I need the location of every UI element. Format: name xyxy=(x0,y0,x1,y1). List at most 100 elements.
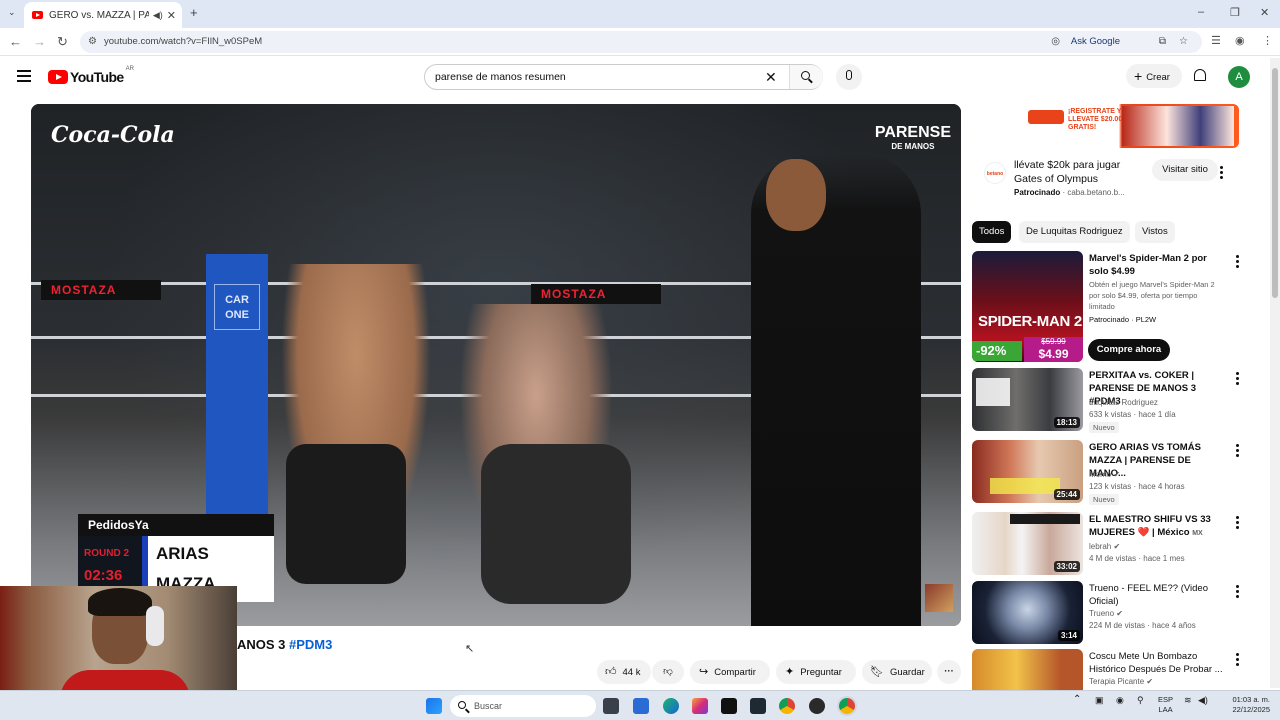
recommendation-item[interactable]: 18:13 PERXITAA vs. COKER | PARENSE DE MA… xyxy=(972,368,1262,434)
channel-name[interactable]: lebrah ✔ xyxy=(1089,542,1120,551)
lens-icon[interactable]: ◎ xyxy=(1051,31,1060,53)
notifications-bell-icon[interactable] xyxy=(1194,69,1206,81)
reading-list-icon[interactable]: ☰ xyxy=(1211,34,1221,47)
tray-app-icon[interactable]: ▣ xyxy=(1095,695,1104,705)
maximize-icon[interactable]: ❐ xyxy=(1230,6,1240,19)
recommendation-title[interactable]: Coscu Mete Un Bombazo Histórico Después … xyxy=(1089,650,1223,676)
thumbnail[interactable] xyxy=(972,649,1083,690)
tray-app-icon[interactable]: ◉ xyxy=(1116,695,1124,705)
recommendation-item[interactable]: 3:14 Trueno - FEEL ME?? (Video Oficial) … xyxy=(972,581,1262,647)
ring-post-sponsor: CAR ONE xyxy=(214,284,260,330)
recommendation-title[interactable]: EL MAESTRO SHIFU VS 33 MUJERES ❤️ | Méxi… xyxy=(1089,513,1223,540)
recommendation-title[interactable]: Trueno - FEEL ME?? (Video Oficial) xyxy=(1089,582,1223,608)
site-info-icon[interactable]: ⚙ xyxy=(88,31,97,53)
video-hashtag[interactable]: #PDM3 xyxy=(289,637,332,652)
recommendation-item[interactable]: 33:02 EL MAESTRO SHIFU VS 33 MUJERES ❤️ … xyxy=(972,512,1262,578)
video-title-text: ANOS 3 xyxy=(237,637,290,652)
thumbnail[interactable]: 18:13 xyxy=(972,368,1083,431)
thumbnail[interactable]: SPIDER-MAN 2 -92% $59.99 $4.99 xyxy=(972,251,1083,362)
chip-todos[interactable]: Todos xyxy=(972,221,1012,243)
capcut-icon[interactable] xyxy=(750,698,766,714)
more-options-icon[interactable] xyxy=(1234,372,1240,387)
advertiser-logo[interactable]: betano xyxy=(984,162,1006,184)
verified-icon: ✔ xyxy=(1113,470,1121,479)
sponsored-recommendation[interactable]: SPIDER-MAN 2 -92% $59.99 $4.99 Marvel's … xyxy=(972,251,1262,363)
ask-button[interactable]: ✦ Preguntar xyxy=(776,660,856,684)
task-view-icon[interactable] xyxy=(603,698,619,714)
store-icon[interactable] xyxy=(633,698,649,714)
ad-headline[interactable]: llévate $20k para jugar Gates of Olympus xyxy=(1014,158,1134,186)
close-window-icon[interactable]: ✕ xyxy=(1260,6,1269,19)
video-player[interactable]: MOSTAZA MOSTAZA CAR ONE Coca-Cola PARENS… xyxy=(31,104,961,626)
recommendation-item[interactable]: Coscu Mete Un Bombazo Histórico Después … xyxy=(972,649,1262,690)
ad-banner-image[interactable]: ¡REGISTRATE Y LLEVATE $20.000 GRATIS! xyxy=(972,104,1239,148)
view-meta: 633 k vistas · hace 1 día xyxy=(1089,410,1176,419)
instagram-icon[interactable] xyxy=(692,698,708,714)
thumbnail[interactable]: 33:02 xyxy=(972,512,1083,575)
create-button[interactable]: + Crear xyxy=(1126,64,1182,88)
taskbar-search[interactable]: Buscar xyxy=(450,695,596,717)
ad-more-icon[interactable] xyxy=(1218,166,1224,181)
page-scrollbar[interactable] xyxy=(1270,58,1280,688)
search-input[interactable]: parense de manos resumen ✕ xyxy=(424,64,823,90)
clear-search-icon[interactable]: ✕ xyxy=(765,65,777,89)
tray-app-icon[interactable]: ⚲ xyxy=(1137,695,1144,705)
voice-search-button[interactable] xyxy=(836,64,862,90)
save-button[interactable]: 🔖︎ Guardar xyxy=(862,660,932,684)
install-icon[interactable]: ⧉ xyxy=(1159,31,1166,53)
obs-icon[interactable] xyxy=(809,698,825,714)
chrome-icon[interactable] xyxy=(779,698,795,714)
search-button[interactable] xyxy=(789,65,823,89)
dislike-button[interactable]: 👎︎ xyxy=(652,660,684,684)
clock[interactable]: 01:03 a. m. 22/12/2025 xyxy=(1222,695,1270,715)
channel-name[interactable]: Terapia Picante ✔ xyxy=(1089,677,1153,686)
speaker-icon[interactable]: ◀) xyxy=(153,10,163,21)
chrome-active-icon[interactable] xyxy=(839,698,855,714)
tab-search-icon[interactable]: ⌄ xyxy=(8,7,16,18)
thumbnail[interactable]: 3:14 xyxy=(972,581,1083,644)
account-avatar[interactable]: A xyxy=(1228,66,1250,88)
channel-name[interactable]: Trueno ✔ xyxy=(1089,609,1123,618)
chrome-menu-icon[interactable]: ⋮ xyxy=(1262,34,1273,47)
address-bar[interactable]: ⚙ youtube.com/watch?v=FIlN_w0SPeM ◎ Ask … xyxy=(80,31,1202,53)
more-options-icon[interactable] xyxy=(1234,653,1240,668)
back-icon[interactable]: ← xyxy=(9,34,22,49)
thumbnail[interactable]: 25:44 xyxy=(972,440,1083,503)
more-options-icon[interactable] xyxy=(1234,255,1240,270)
menu-icon[interactable] xyxy=(17,70,31,82)
new-tab-button[interactable]: + xyxy=(190,5,198,20)
forward-icon[interactable]: → xyxy=(33,34,46,49)
chip-vistos[interactable]: Vistos xyxy=(1135,221,1175,243)
channel-name[interactable]: Momo ✔ xyxy=(1089,470,1120,479)
channel-watermark[interactable] xyxy=(925,584,953,612)
reload-icon[interactable]: ↻ xyxy=(57,34,68,50)
wifi-icon[interactable]: ≋ xyxy=(1184,695,1192,705)
recommendation-item[interactable]: 25:44 GERO ARIAS VS TOMÁS MAZZA | PARENS… xyxy=(972,440,1262,506)
youtube-logo[interactable]: YouTube AR xyxy=(48,66,134,85)
minimize-icon[interactable]: – xyxy=(1198,6,1204,18)
close-tab-icon[interactable]: ✕ xyxy=(167,9,176,22)
ask-google-button[interactable]: Ask Google xyxy=(1071,31,1120,53)
windows-start-icon[interactable] xyxy=(426,698,442,714)
more-options-icon[interactable] xyxy=(1234,516,1240,531)
more-options-icon[interactable] xyxy=(1234,444,1240,459)
scrollbar-thumb[interactable] xyxy=(1272,68,1278,298)
chip-de-luquitas-rodriguez[interactable]: De Luquitas Rodriguez xyxy=(1019,221,1130,243)
tiktok-icon[interactable] xyxy=(721,698,737,714)
sponsored-ad[interactable]: ¡REGISTRATE Y LLEVATE $20.000 GRATIS! be… xyxy=(972,104,1239,212)
input-language[interactable]: ESP LAA xyxy=(1158,695,1173,715)
edge-icon[interactable] xyxy=(663,698,679,714)
profile-icon[interactable]: ◉ xyxy=(1235,34,1245,47)
buy-now-button[interactable]: Compre ahora xyxy=(1088,339,1170,361)
volume-icon[interactable]: ◀) xyxy=(1198,695,1208,705)
tray-chevron-icon[interactable]: ⌃ xyxy=(1073,695,1081,705)
bookmark-star-icon[interactable]: ☆ xyxy=(1179,31,1188,53)
browser-tab-active[interactable]: GERO vs. MAZZA | PARENSE ◀) ✕ xyxy=(24,2,182,28)
visit-site-button[interactable]: Visitar sitio xyxy=(1152,159,1218,181)
more-actions-button[interactable]: ··· xyxy=(937,660,961,684)
like-button[interactable]: 👍︎ 44 k xyxy=(597,660,651,684)
more-options-icon[interactable] xyxy=(1234,585,1240,600)
recommendation-title[interactable]: Marvel's Spider-Man 2 por solo $4.99 xyxy=(1089,252,1223,278)
share-button[interactable]: ↪ Compartir xyxy=(690,660,770,684)
channel-name[interactable]: Luquitas Rodriguez xyxy=(1089,398,1158,407)
